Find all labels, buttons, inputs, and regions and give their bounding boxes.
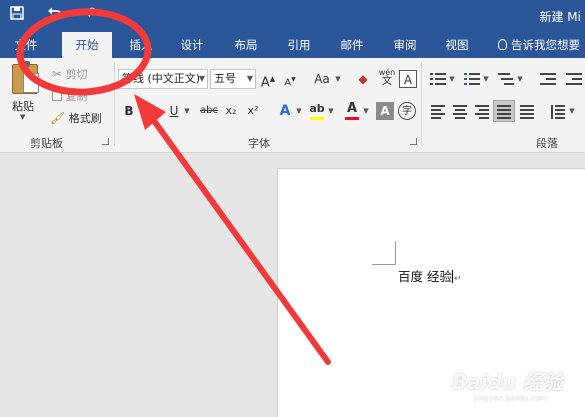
multilevel-list-icon[interactable]	[498, 72, 514, 86]
font-color-bar	[345, 117, 359, 120]
copy-label: 复制	[65, 90, 88, 103]
lightbulb-icon	[498, 39, 507, 50]
copy-button[interactable]: 复制	[52, 88, 88, 104]
chevron-down-icon[interactable]: ▼	[334, 70, 342, 88]
document-title: 新建 Mi	[539, 10, 581, 24]
chevron-down-icon[interactable]: ▼	[362, 102, 370, 120]
watermark-logo: Baidu 经验	[452, 370, 564, 394]
format-painter-label: 格式刷	[68, 112, 102, 125]
increase-indent-icon[interactable]	[566, 72, 582, 86]
chevron-down-icon[interactable]: ▼	[327, 102, 335, 120]
justify-icon	[497, 105, 513, 119]
paragraph-mark-icon: ↵	[453, 274, 462, 284]
ribbon-tabs: 文件 开始 插入 设计 布局 引用 邮件 审阅 视图 告诉我您想要	[0, 32, 585, 58]
undo-icon[interactable]	[46, 6, 64, 24]
bullets-icon[interactable]	[430, 72, 446, 86]
cut-label: 剪切	[65, 68, 88, 81]
font-size-value: 五号	[214, 72, 236, 85]
paintbrush-icon: 🖌	[50, 111, 66, 125]
grow-font-icon[interactable]: A▲	[259, 70, 277, 90]
font-group-label: 字体	[248, 137, 270, 150]
paragraph-group-label: 段落	[536, 137, 558, 150]
align-center-icon[interactable]	[453, 105, 469, 119]
tell-me-text: 告诉我您想要	[511, 38, 580, 52]
document-text[interactable]: 百度 经验 ↵	[398, 266, 462, 285]
chevron-down-icon: ▼	[246, 74, 253, 83]
redo-icon[interactable]	[84, 6, 102, 24]
margin-corner-mark	[372, 241, 396, 265]
format-painter-button[interactable]: 🖌 格式刷	[50, 110, 102, 126]
copy-icon	[52, 91, 62, 101]
tab-review[interactable]: 审阅	[385, 32, 425, 58]
tab-mailings[interactable]: 邮件	[332, 32, 372, 58]
align-left-icon[interactable]	[431, 105, 447, 119]
font-launcher-icon[interactable]	[410, 138, 417, 145]
decrease-indent-icon[interactable]	[540, 72, 556, 86]
chevron-down-icon[interactable]: ▼	[568, 102, 576, 120]
underline-button[interactable]: U	[165, 102, 183, 120]
justify-button[interactable]	[493, 100, 515, 122]
bold-button[interactable]: B	[120, 102, 138, 120]
tab-view[interactable]: 视图	[437, 32, 477, 58]
line-spacing-icon[interactable]	[550, 105, 566, 119]
chevron-down-icon[interactable]: ▼	[448, 70, 456, 88]
clipboard-group-label: 剪贴板	[30, 137, 63, 150]
font-name-value: 等线 (中文正文)	[122, 72, 201, 85]
paste-icon[interactable]	[12, 61, 39, 94]
clipboard-launcher-icon[interactable]	[102, 138, 109, 145]
superscript-button[interactable]: x²	[244, 102, 262, 120]
chevron-down-icon[interactable]: ▼	[295, 102, 303, 120]
font-size-select[interactable]: 五号 ▼	[210, 69, 256, 89]
font-name-select[interactable]: 等线 (中文正文) ▼	[118, 69, 208, 89]
watermark-url: jingyan.baidu.com	[474, 394, 548, 403]
chevron-down-icon: ▼	[198, 74, 205, 83]
group-separator	[114, 62, 115, 146]
change-case-icon[interactable]: Aa	[310, 70, 334, 88]
character-border-icon[interactable]: A	[399, 70, 417, 88]
paste-button[interactable]: 粘贴	[12, 98, 34, 114]
cut-button[interactable]: ✂ 剪切	[52, 66, 88, 82]
tab-layout[interactable]: 布局	[226, 32, 266, 58]
distributed-icon[interactable]	[520, 105, 536, 119]
scissors-icon: ✂	[52, 67, 63, 81]
save-icon[interactable]	[8, 6, 26, 24]
tab-insert[interactable]: 插入	[122, 32, 160, 58]
strikethrough-button[interactable]: abc	[198, 102, 220, 120]
tab-home[interactable]: 开始	[62, 32, 112, 58]
tab-design[interactable]: 设计	[172, 32, 212, 58]
title-bar: 新建 Mi	[0, 0, 585, 32]
shrink-font-icon[interactable]: A▼	[281, 71, 299, 89]
font-color-icon[interactable]: A	[343, 100, 361, 118]
text-effects-icon[interactable]: A	[276, 102, 294, 120]
tab-references[interactable]: 引用	[279, 32, 319, 58]
chevron-down-icon[interactable]: ▼	[516, 70, 524, 88]
tell-me-box[interactable]: 告诉我您想要	[498, 32, 580, 58]
highlight-color-bar	[310, 117, 324, 120]
enclose-characters-icon[interactable]: 字	[398, 102, 416, 120]
subscript-button[interactable]: x₂	[222, 102, 240, 120]
character-shading-icon[interactable]: A	[376, 102, 394, 120]
numbering-icon[interactable]	[464, 72, 480, 86]
text-cursor	[451, 270, 453, 283]
italic-button[interactable]: I	[143, 102, 161, 120]
chevron-down-icon[interactable]: ▼	[482, 70, 490, 88]
group-separator	[421, 62, 422, 146]
paste-dropdown-icon[interactable]: ▼	[20, 113, 25, 121]
ribbon-home: 粘贴 ▼ ✂ 剪切 复制 🖌 格式刷 剪贴板 等线 (中文正文) ▼ 五号 ▼ …	[0, 58, 585, 153]
tab-file[interactable]: 文件	[8, 32, 44, 58]
chevron-down-icon[interactable]: ▼	[183, 102, 191, 120]
clear-formatting-icon[interactable]: ◆	[354, 70, 372, 88]
document-text-content: 百度 经验	[398, 269, 452, 284]
highlight-icon[interactable]: ab	[308, 100, 326, 118]
phonetic-guide-icon[interactable]: wén 文	[377, 68, 397, 87]
align-right-icon[interactable]	[475, 105, 491, 119]
